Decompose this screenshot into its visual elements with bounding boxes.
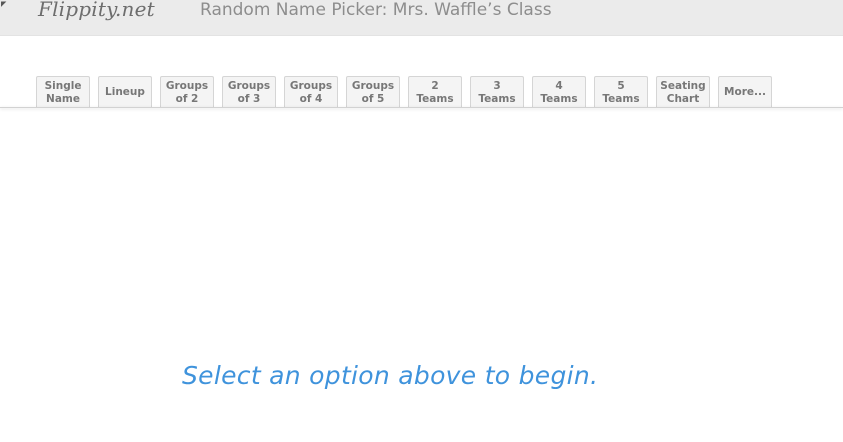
corner-arrow-icon: ◤ [1, 0, 7, 8]
tab-label: Groups of 2 [165, 79, 209, 105]
tab-groups-of-5[interactable]: Groups of 5 [346, 76, 400, 108]
tab-label: 4 Teams [540, 79, 578, 105]
site-header: ◤ Flippity.net Random Name Picker: Mrs. … [0, 0, 843, 36]
begin-prompt: Select an option above to begin. [182, 361, 599, 390]
tab-label: 2 Teams [416, 79, 454, 105]
tab-label: 3 Teams [478, 79, 516, 105]
tab-label: Groups of 3 [227, 79, 271, 105]
tab-more[interactable]: More... [718, 76, 772, 108]
tab-label: Lineup [105, 86, 145, 98]
page-title: Random Name Picker: Mrs. Waffle’s Class [200, 0, 552, 20]
tab-groups-of-2[interactable]: Groups of 2 [160, 76, 214, 108]
tab-label: Seating Chart [660, 79, 706, 105]
tab-single-name[interactable]: Single Name [36, 76, 90, 108]
brand-logo[interactable]: Flippity.net [38, 0, 155, 21]
tab-label: Groups of 4 [289, 79, 333, 105]
tab-2-teams[interactable]: 2 Teams [408, 76, 462, 108]
tab-label: Single Name [44, 79, 82, 105]
tab-5-teams[interactable]: 5 Teams [594, 76, 648, 108]
tab-label: More... [724, 86, 766, 98]
tabbar-divider [0, 107, 843, 108]
tab-groups-of-4[interactable]: Groups of 4 [284, 76, 338, 108]
tab-3-teams[interactable]: 3 Teams [470, 76, 524, 108]
tab-lineup[interactable]: Lineup [98, 76, 152, 108]
tab-label: Groups of 5 [351, 79, 395, 105]
tab-4-teams[interactable]: 4 Teams [532, 76, 586, 108]
tab-seating-chart[interactable]: Seating Chart [656, 76, 710, 108]
tab-label: 5 Teams [602, 79, 640, 105]
tab-groups-of-3[interactable]: Groups of 3 [222, 76, 276, 108]
